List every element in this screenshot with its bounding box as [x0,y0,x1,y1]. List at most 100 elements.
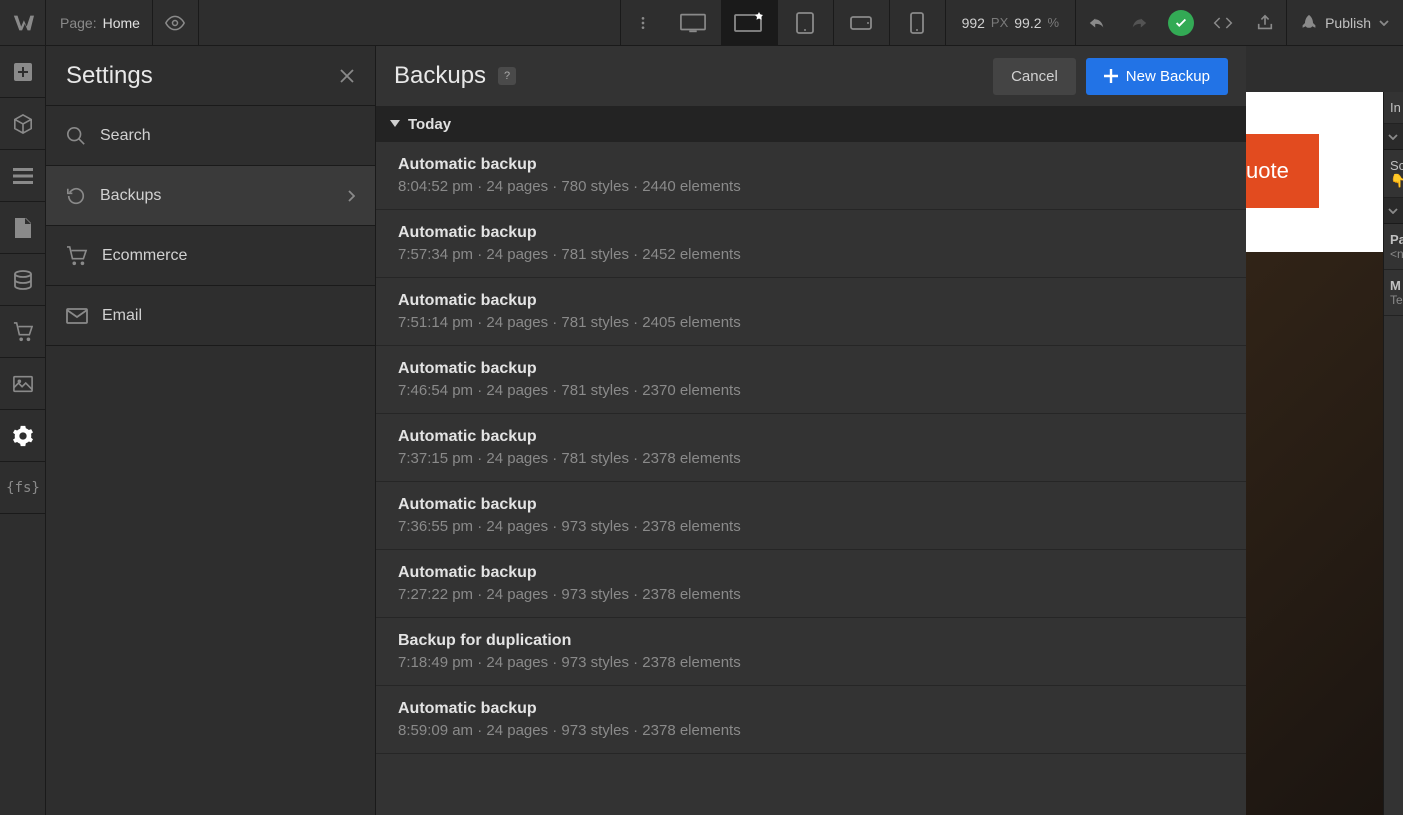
backup-meta: 7:46:54 pm · 24 pages · 781 styles · 237… [398,382,1224,399]
cancel-button[interactable]: Cancel [993,58,1076,95]
device-breakpoints [666,0,946,45]
list-icon [13,168,33,184]
canvas-width: 992 [962,15,985,31]
right-style-panel: In Sc 👇 Pa <n M Te [1383,92,1403,815]
backup-meta: 7:36:55 pm · 24 pages · 973 styles · 237… [398,518,1224,535]
rail-navigator[interactable] [0,150,46,202]
image-icon [13,375,33,393]
rail-pages[interactable] [0,202,46,254]
backup-section-header[interactable]: Today [376,106,1246,142]
backup-item[interactable]: Automatic backup 7:51:14 pm · 24 pages · … [376,278,1246,346]
page-name: Home [103,15,152,31]
cart-icon [13,322,33,342]
quote-button[interactable]: uote [1246,134,1319,208]
rail-components[interactable] [0,98,46,150]
backup-meta: 8:59:09 am · 24 pages · 973 styles · 237… [398,722,1224,739]
rail-ecommerce[interactable] [0,306,46,358]
width-unit: PX [991,15,1008,30]
backup-name: Automatic backup [398,292,1224,310]
zoom-unit: % [1048,15,1060,30]
backup-item[interactable]: Automatic backup7:27:22 pm · 24 pages · … [376,550,1246,618]
backup-name: Backup for duplication [398,632,1224,650]
backup-item[interactable]: Automatic backup 7:57:34 pm · 24 pages · … [376,210,1246,278]
settings-panel: Settings Search Backups Ecommerce Email [46,46,376,815]
backups-panel: Backups ? Cancel New Backup Today Automa… [376,46,1246,815]
rp-section: Pa <n [1384,224,1403,270]
gear-icon [12,425,34,447]
settings-item-backups[interactable]: Backups [46,166,375,226]
cube-icon [13,114,33,134]
canvas-size-info: 992 PX 99.2 % [946,0,1077,45]
rail-settings[interactable] [0,410,46,462]
backup-item[interactable]: Automatic backup 7:46:54 pm · 24 pages · … [376,346,1246,414]
backup-item[interactable]: Automatic backup 7:36:55 pm · 24 pages · … [376,482,1246,550]
canvas-zoom: 99.2 [1014,15,1041,31]
backup-meta: 7:18:49 pm · 24 pages · 973 styles · 237… [398,654,1224,671]
settings-item-label: Email [102,307,142,325]
settings-item-ecommerce[interactable]: Ecommerce [46,226,375,286]
close-icon [339,68,355,84]
backup-name: Automatic backup [398,224,1224,242]
plus-icon [13,62,33,82]
settings-item-email[interactable]: Email [46,286,375,346]
rail-add[interactable] [0,46,46,98]
backup-meta: 7:51:14 pm · 24 pages · 781 styles · 240… [398,314,1224,331]
backup-name: Automatic backup [398,700,1224,718]
top-bar: Page: Home 992 PX 99.2 % [0,0,1403,46]
settings-item-label: Ecommerce [102,247,187,265]
new-backup-label: New Backup [1126,68,1210,85]
new-backup-button[interactable]: New Backup [1086,58,1228,95]
publish-label: Publish [1325,15,1371,31]
preview-button[interactable] [153,0,199,46]
redo-button[interactable] [1118,0,1160,46]
backup-name: Automatic backup [398,360,1224,378]
section-label: Today [408,116,451,133]
device-mobile-landscape[interactable] [834,0,890,46]
rp-section: M Te [1384,270,1403,316]
rp-collapse[interactable] [1384,124,1403,150]
device-mobile[interactable] [890,0,946,46]
rp-section: Sc 👇 [1384,150,1403,198]
search-icon [66,126,86,146]
settings-item-label: Backups [100,187,161,205]
rp-collapse[interactable] [1384,198,1403,224]
page-selector[interactable]: Page: Home [46,0,153,45]
webflow-logo[interactable] [0,0,46,46]
backup-name: Automatic backup [398,496,1224,514]
code-button[interactable] [1202,0,1244,46]
status-indicator[interactable] [1160,0,1202,46]
more-menu[interactable] [620,0,666,46]
canvas-area: uote [1246,92,1403,815]
backup-item[interactable]: Backup for duplication 7:18:49 pm · 24 pa… [376,618,1246,686]
settings-item-search[interactable]: Search [46,106,375,166]
fs-icon: {fs} [6,480,40,496]
check-icon [1168,10,1194,36]
backup-name: Automatic backup [398,428,1224,446]
backup-name: Automatic backup [398,156,1224,174]
cart-icon [66,246,88,266]
backup-meta: 7:27:22 pm · 24 pages · 973 styles · 237… [398,586,1224,603]
backup-meta: 7:57:34 pm · 24 pages · 781 styles · 245… [398,246,1224,263]
backup-item[interactable]: Automatic backup8:04:52 pm · 24 pages · … [376,142,1246,210]
rp-indicator: In [1384,92,1403,124]
hero-image [1246,252,1403,815]
rail-assets[interactable] [0,358,46,410]
left-rail: {fs} [0,46,46,815]
help-button[interactable]: ? [498,67,516,85]
chevron-down-icon [1379,20,1389,26]
database-icon [14,270,32,290]
backups-title: Backups [394,62,486,90]
rail-fs[interactable]: {fs} [0,462,46,514]
backup-item[interactable]: Automatic backup 8:59:09 am · 24 pages · … [376,686,1246,754]
device-tablet[interactable] [778,0,834,46]
device-desktop-star[interactable] [722,0,778,46]
close-button[interactable] [339,68,355,84]
undo-button[interactable] [1076,0,1118,46]
publish-button[interactable]: Publish [1286,0,1403,45]
rail-cms[interactable] [0,254,46,306]
caret-down-icon [390,120,400,128]
export-button[interactable] [1244,0,1286,46]
device-desktop[interactable] [666,0,722,46]
chevron-right-icon [347,190,355,202]
backup-item[interactable]: Automatic backup7:37:15 pm · 24 pages · … [376,414,1246,482]
